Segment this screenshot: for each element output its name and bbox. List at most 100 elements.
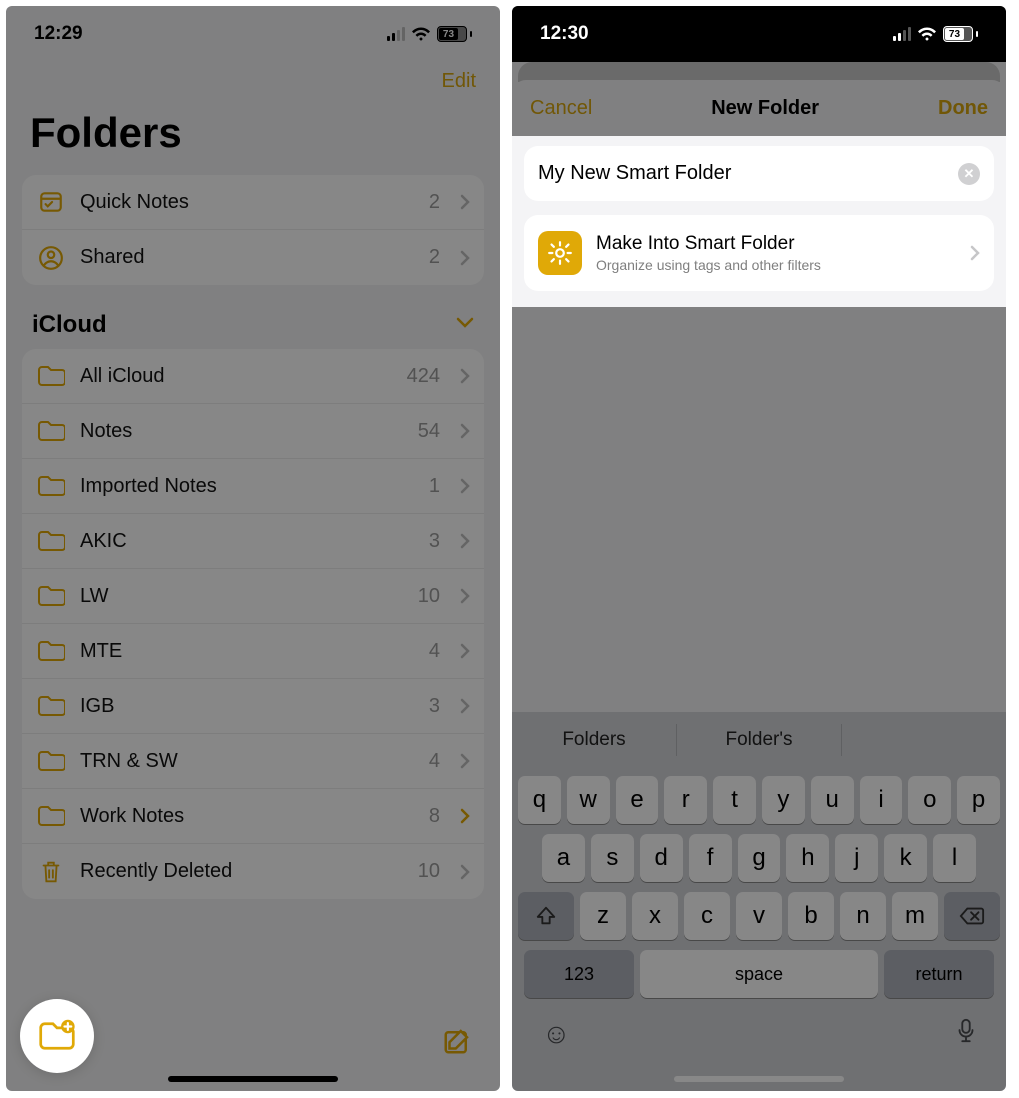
folder-row[interactable]: AKIC3 — [22, 514, 484, 569]
compose-button[interactable] — [442, 1026, 472, 1061]
folder-label: TRN & SW — [80, 750, 415, 773]
key-l[interactable]: l — [933, 834, 976, 882]
folder-count: 2 — [429, 246, 440, 269]
folder-count: 1 — [429, 475, 440, 498]
key-o[interactable]: o — [908, 776, 951, 824]
folder-label: Imported Notes — [80, 475, 415, 498]
chevron-right-icon — [460, 423, 470, 439]
status-time: 12:30 — [540, 23, 589, 45]
key-u[interactable]: u — [811, 776, 854, 824]
suggestion[interactable]: Folders — [512, 712, 676, 768]
key-p[interactable]: p — [957, 776, 1000, 824]
chevron-right-icon — [460, 533, 470, 549]
section-title: iCloud — [32, 311, 107, 339]
folder-count: 4 — [429, 640, 440, 663]
folder-row[interactable]: IGB3 — [22, 679, 484, 734]
folder-icon — [36, 749, 66, 773]
folder-count: 3 — [429, 530, 440, 553]
folder-count: 10 — [418, 860, 440, 883]
key-v[interactable]: v — [736, 892, 782, 940]
folder-icon — [36, 529, 66, 553]
key-c[interactable]: c — [684, 892, 730, 940]
key-g[interactable]: g — [738, 834, 781, 882]
chevron-right-icon — [460, 864, 470, 880]
folder-row[interactable]: TRN & SW 4 — [22, 734, 484, 789]
folder-row[interactable]: All iCloud 424 — [22, 349, 484, 404]
folder-count: 4 — [429, 750, 440, 773]
key-e[interactable]: e — [616, 776, 659, 824]
suggestion[interactable] — [842, 712, 1006, 768]
folder-label: Work Notes — [80, 805, 415, 828]
battery-icon: 73 — [437, 26, 472, 42]
done-button[interactable]: Done — [938, 97, 988, 120]
folders-screen: 12:29 73 Edit Folders Quick Notes 2 Shar… — [6, 6, 500, 1091]
key-x[interactable]: x — [632, 892, 678, 940]
new-folder-button[interactable] — [20, 999, 94, 1073]
shared-icon — [36, 245, 66, 271]
folder-row[interactable]: Notes54 — [22, 404, 484, 459]
folder-row[interactable]: MTE 4 — [22, 624, 484, 679]
keyboard: Folders Folder's qwertyuiop asdfghjkl zx… — [512, 712, 1006, 1091]
space-key[interactable]: space — [640, 950, 878, 998]
folder-count: 424 — [407, 365, 440, 388]
suggestion[interactable]: Folder's — [677, 712, 841, 768]
key-q[interactable]: q — [518, 776, 561, 824]
numbers-key[interactable]: 123 — [524, 950, 634, 998]
key-d[interactable]: d — [640, 834, 683, 882]
cancel-button[interactable]: Cancel — [530, 97, 592, 120]
folder-label: Recently Deleted — [80, 860, 404, 883]
emoji-key[interactable]: ☺ — [542, 1018, 571, 1051]
folder-count: 10 — [418, 585, 440, 608]
key-n[interactable]: n — [840, 892, 886, 940]
folder-row[interactable]: Work Notes8 — [22, 789, 484, 844]
folder-icon — [36, 639, 66, 663]
key-y[interactable]: y — [762, 776, 805, 824]
key-z[interactable]: z — [580, 892, 626, 940]
wifi-icon — [411, 27, 431, 42]
shift-key[interactable] — [518, 892, 574, 940]
make-smart-folder-row[interactable]: Make Into Smart Folder Organize using ta… — [524, 215, 994, 291]
key-s[interactable]: s — [591, 834, 634, 882]
key-k[interactable]: k — [884, 834, 927, 882]
folder-row[interactable]: LW10 — [22, 569, 484, 624]
chevron-right-icon — [460, 643, 470, 659]
folder-count: 2 — [429, 191, 440, 214]
gear-icon — [538, 231, 582, 275]
edit-button[interactable]: Edit — [442, 70, 476, 93]
backspace-key[interactable] — [944, 892, 1000, 940]
folder-label: Quick Notes — [80, 191, 415, 214]
home-indicator — [674, 1076, 844, 1082]
status-bar: 12:30 73 — [512, 6, 1006, 62]
folder-row[interactable]: Imported Notes 1 — [22, 459, 484, 514]
key-w[interactable]: w — [567, 776, 610, 824]
folder-label: All iCloud — [80, 365, 393, 388]
folder-name-input[interactable]: My New Smart Folder ✕ — [524, 146, 994, 201]
key-t[interactable]: t — [713, 776, 756, 824]
clear-input-button[interactable]: ✕ — [958, 163, 980, 185]
key-i[interactable]: i — [860, 776, 903, 824]
status-bar: 12:29 73 — [6, 6, 500, 62]
folder-label: MTE — [80, 640, 415, 663]
battery-icon: 73 — [943, 26, 978, 42]
dictation-key[interactable] — [956, 1018, 976, 1051]
key-h[interactable]: h — [786, 834, 829, 882]
chevron-right-icon — [460, 588, 470, 604]
key-r[interactable]: r — [664, 776, 707, 824]
key-j[interactable]: j — [835, 834, 878, 882]
chevron-right-icon — [460, 698, 470, 714]
signal-icon — [893, 27, 911, 41]
key-m[interactable]: m — [892, 892, 938, 940]
key-f[interactable]: f — [689, 834, 732, 882]
suggestion-bar: Folders Folder's — [512, 712, 1006, 768]
return-key[interactable]: return — [884, 950, 994, 998]
input-value: My New Smart Folder — [538, 162, 948, 185]
folder-row-quicknotes[interactable]: Quick Notes 2 — [22, 175, 484, 230]
key-a[interactable]: a — [542, 834, 585, 882]
folder-row-shared[interactable]: Shared 2 — [22, 230, 484, 285]
folder-row[interactable]: Recently Deleted 10 — [22, 844, 484, 899]
key-b[interactable]: b — [788, 892, 834, 940]
icloud-section-header[interactable]: iCloud — [6, 285, 500, 349]
chevron-right-icon — [460, 808, 470, 824]
chevron-right-icon — [460, 368, 470, 384]
page-title: Folders — [6, 93, 500, 175]
